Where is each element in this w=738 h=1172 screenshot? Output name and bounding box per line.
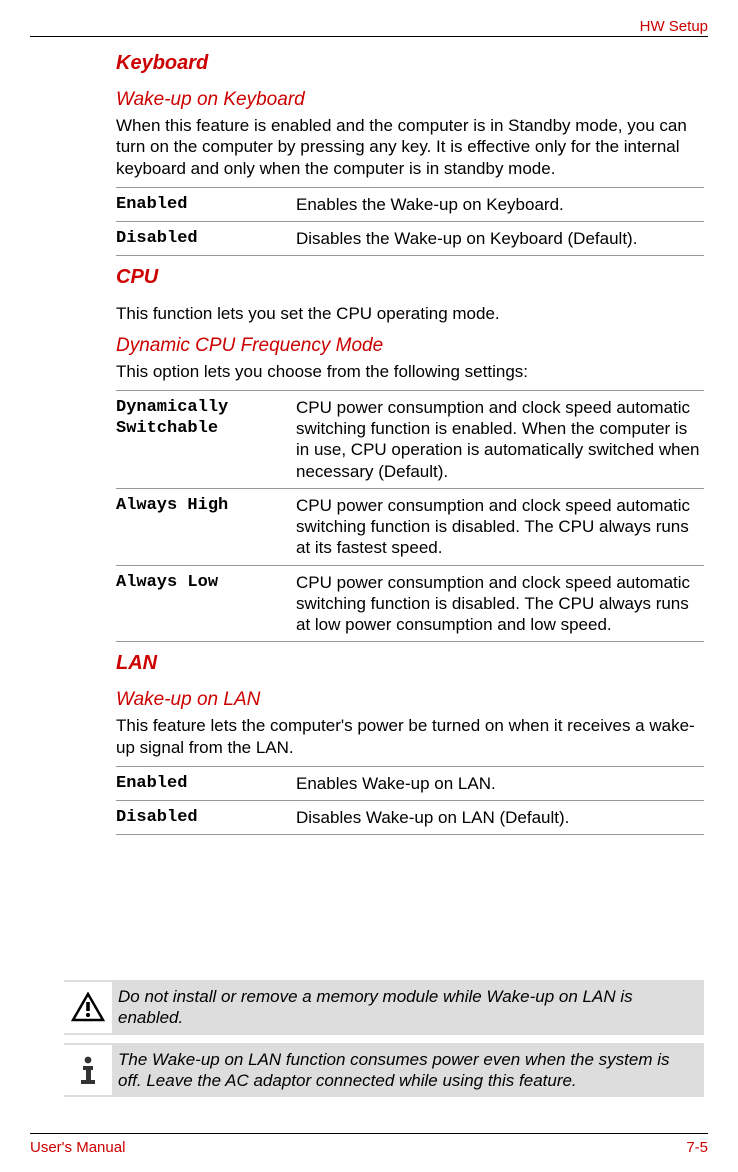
- wakeup-lan-table: Enabled Enables Wake-up on LAN. Disabled…: [116, 766, 704, 836]
- info-note: The Wake-up on LAN function consumes pow…: [64, 1043, 704, 1098]
- footer-manual: User's Manual: [30, 1139, 125, 1156]
- table-row: Disabled Disables Wake-up on LAN (Defaul…: [116, 801, 704, 835]
- cpu-freq-subheading: Dynamic CPU Frequency Mode: [116, 335, 704, 357]
- option-desc: CPU power consumption and clock speed au…: [296, 390, 704, 488]
- cpu-heading: CPU: [116, 266, 704, 289]
- cpu-freq-table: Dynamically Switchable CPU power consump…: [116, 390, 704, 643]
- option-label: Dynamically Switchable: [116, 390, 296, 488]
- option-label: Disabled: [116, 801, 296, 835]
- warning-note: Do not install or remove a memory module…: [64, 980, 704, 1035]
- header-section: HW Setup: [640, 18, 708, 35]
- footer-page-number: 7-5: [686, 1139, 708, 1156]
- wakeup-keyboard-subheading: Wake-up on Keyboard: [116, 89, 704, 111]
- wakeup-keyboard-desc: When this feature is enabled and the com…: [116, 115, 704, 179]
- option-desc: CPU power consumption and clock speed au…: [296, 488, 704, 565]
- option-label: Disabled: [116, 222, 296, 256]
- option-desc: CPU power consumption and clock speed au…: [296, 565, 704, 642]
- wakeup-lan-subheading: Wake-up on LAN: [116, 689, 704, 711]
- info-text: The Wake-up on LAN function consumes pow…: [112, 1045, 698, 1096]
- option-label: Always High: [116, 488, 296, 565]
- info-icon: [64, 1045, 112, 1096]
- warning-icon: [64, 982, 112, 1033]
- header-rule: [30, 36, 708, 37]
- option-desc: Enables Wake-up on LAN.: [296, 766, 704, 800]
- table-row: Always High CPU power consumption and cl…: [116, 488, 704, 565]
- table-row: Dynamically Switchable CPU power consump…: [116, 390, 704, 488]
- wakeup-keyboard-table: Enabled Enables the Wake-up on Keyboard.…: [116, 187, 704, 257]
- page-content: Keyboard Wake-up on Keyboard When this f…: [116, 52, 704, 845]
- option-label: Always Low: [116, 565, 296, 642]
- wakeup-lan-desc: This feature lets the computer's power b…: [116, 715, 704, 758]
- footer-rule: [30, 1133, 708, 1134]
- table-row: Enabled Enables Wake-up on LAN.: [116, 766, 704, 800]
- option-desc: Disables Wake-up on LAN (Default).: [296, 801, 704, 835]
- option-label: Enabled: [116, 766, 296, 800]
- lan-heading: LAN: [116, 652, 704, 675]
- cpu-desc: This function lets you set the CPU opera…: [116, 303, 704, 324]
- table-row: Disabled Disables the Wake-up on Keyboar…: [116, 222, 704, 256]
- table-row: Always Low CPU power consumption and clo…: [116, 565, 704, 642]
- option-label: Enabled: [116, 187, 296, 221]
- keyboard-heading: Keyboard: [116, 52, 704, 75]
- option-desc: Enables the Wake-up on Keyboard.: [296, 187, 704, 221]
- option-desc: Disables the Wake-up on Keyboard (Defaul…: [296, 222, 704, 256]
- table-row: Enabled Enables the Wake-up on Keyboard.: [116, 187, 704, 221]
- cpu-freq-desc: This option lets you choose from the fol…: [116, 361, 704, 382]
- warning-text: Do not install or remove a memory module…: [112, 982, 698, 1033]
